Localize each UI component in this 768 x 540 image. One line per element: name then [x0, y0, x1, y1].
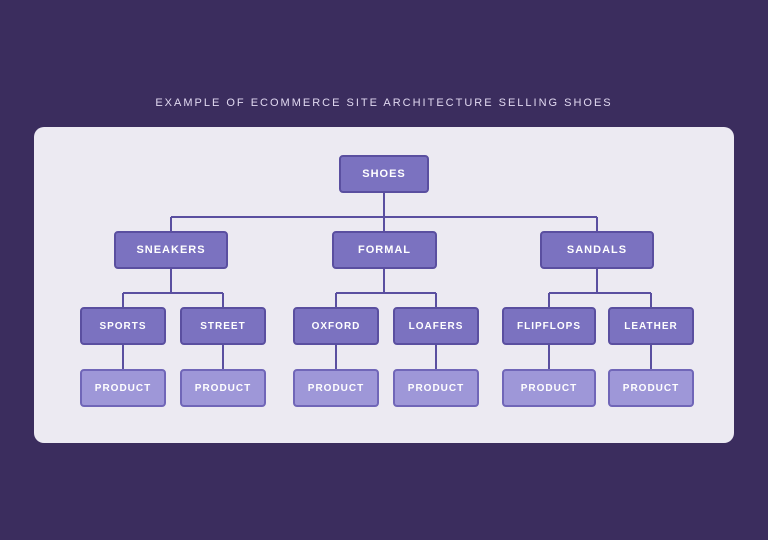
node-formal: FORMAL: [332, 231, 437, 269]
node-loafers: LOAFERS: [393, 307, 479, 345]
diagram-container: SHOES SNEAKERS FORMAL SANDALS SPORTS STR…: [34, 127, 734, 443]
node-shoes: SHOES: [339, 155, 429, 193]
node-product-6: PRODUCT: [608, 369, 694, 407]
node-sandals: SANDALS: [540, 231, 654, 269]
node-street: STREET: [180, 307, 266, 345]
node-sneakers: SNEAKERS: [114, 231, 228, 269]
node-sports: SPORTS: [80, 307, 166, 345]
node-leather: LEATHER: [608, 307, 694, 345]
node-product-4: PRODUCT: [393, 369, 479, 407]
node-product-1: PRODUCT: [80, 369, 166, 407]
node-product-2: PRODUCT: [180, 369, 266, 407]
page-title: EXAMPLE OF ECOMMERCE SITE ARCHITECTURE S…: [155, 97, 612, 109]
tree-diagram: SHOES SNEAKERS FORMAL SANDALS SPORTS STR…: [64, 155, 704, 415]
node-flipflops: FLIPFLOPS: [502, 307, 596, 345]
node-product-5: PRODUCT: [502, 369, 596, 407]
node-product-3: PRODUCT: [293, 369, 379, 407]
node-oxford: OXFORD: [293, 307, 379, 345]
